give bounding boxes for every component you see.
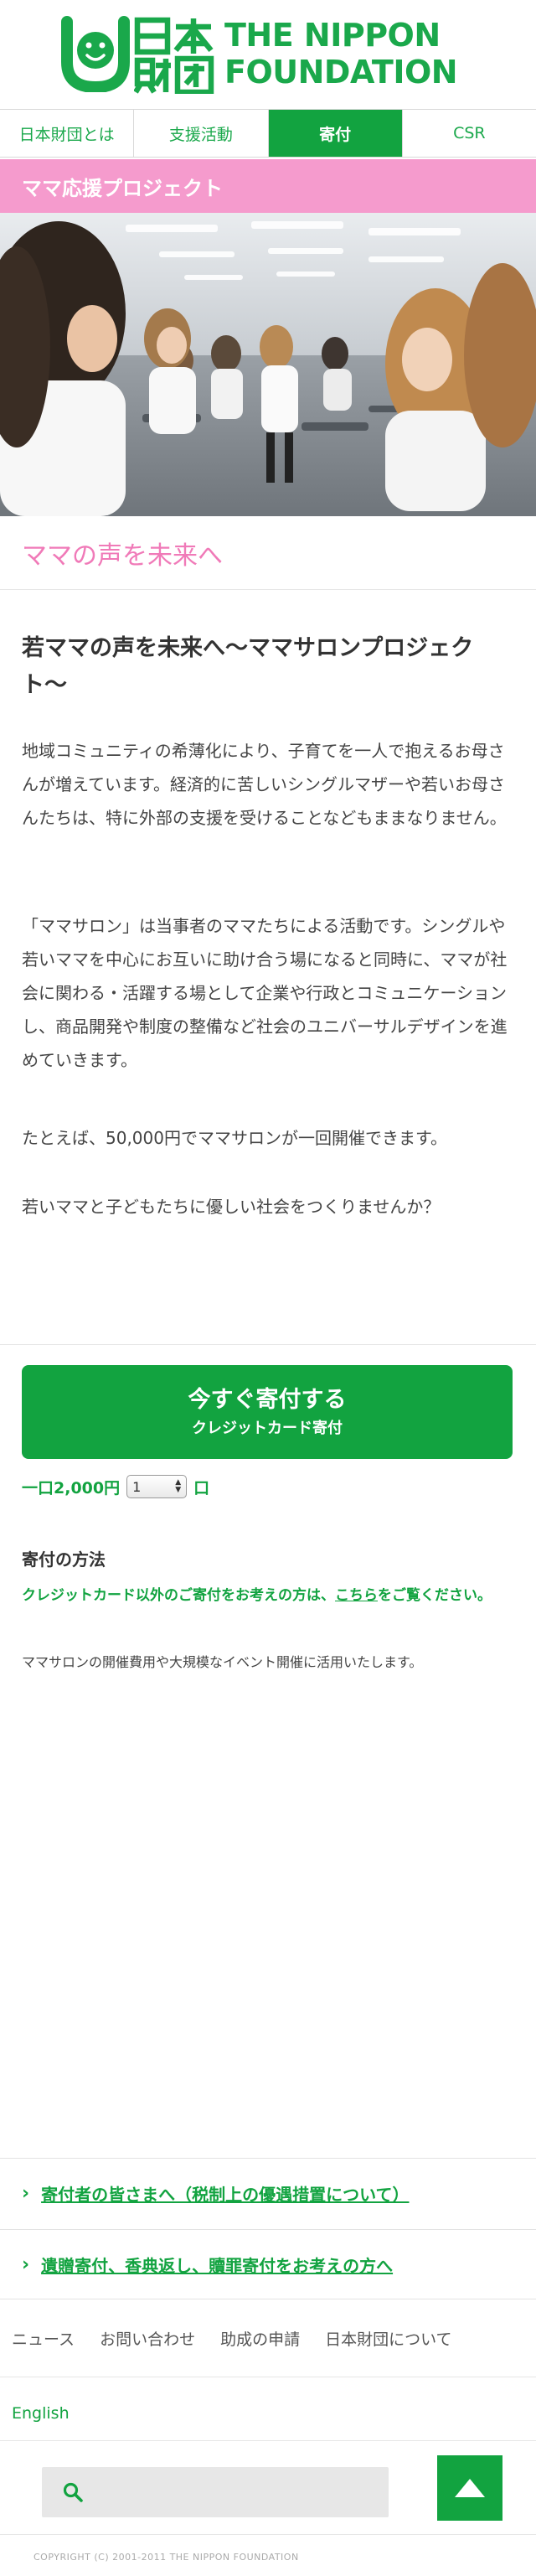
nav-item-donate[interactable]: 寄付 <box>267 110 402 157</box>
quantity-select[interactable]: 1 ▲ ▼ <box>126 1475 188 1498</box>
search-input[interactable] <box>42 2467 389 2517</box>
article-paragraph: 地域コミュニティの希薄化により、子育てを一人で抱えるお母さんが増えています。経済… <box>22 741 507 828</box>
section-title-bar: ママ応援プロジェクト <box>0 159 536 213</box>
divider <box>0 1344 536 1345</box>
search-icon <box>63 2482 83 2502</box>
method-note-link[interactable]: こちら <box>335 1587 378 1604</box>
donation-method-description: ママサロンの開催費用や大規模なイベント開催に活用いたします。 <box>22 1654 423 1670</box>
nav-item-about[interactable]: 日本財団とは <box>0 110 134 157</box>
smiling-face-logo-icon <box>61 16 130 92</box>
donation-method-note: クレジットカード以外のご寄付をお考えの方は、こちらをご覧ください。 <box>22 1583 516 1608</box>
unit-price-label: 一口2,000円 <box>22 1478 121 1497</box>
nippon-zaidan-kanji-icon <box>134 17 214 94</box>
quantity-value: 1 <box>132 1478 142 1495</box>
divider <box>0 2440 536 2441</box>
site-header: THE NIPPON FOUNDATION <box>0 0 536 109</box>
chevron-right-icon: › <box>22 2183 30 2204</box>
article-heading: 若ママの声を未来へ〜ママサロンプロジェクト〜 <box>22 635 474 698</box>
logo-wordmark-line2: FOUNDATION <box>224 54 458 91</box>
method-note-after: をご覧ください。 <box>378 1587 492 1604</box>
arrow-up-icon <box>455 2479 485 2497</box>
footer-link-contact[interactable]: お問い合わせ <box>100 2327 195 2350</box>
footer-nav: ニュース お問い合わせ 助成の申請 日本財団について <box>12 2327 452 2350</box>
link-tax-benefits[interactable]: › 寄付者の皆さまへ（税制上の優遇措置について） <box>0 2158 536 2228</box>
footer-link-news[interactable]: ニュース <box>12 2327 75 2350</box>
back-to-top-button[interactable] <box>437 2455 502 2521</box>
copyright: COPYRIGHT (C) 2001-2011 THE NIPPON FOUND… <box>34 2552 299 2563</box>
link-tax-benefits-label: 寄付者の皆さまへ（税制上の優遇措置について） <box>41 2185 410 2205</box>
donate-button-label: 今すぐ寄付する <box>188 1387 347 1413</box>
hero-photo <box>0 213 536 516</box>
donation-method-title: 寄付の方法 <box>22 1549 106 1570</box>
english-link[interactable]: English <box>12 2404 70 2423</box>
method-note-before: クレジットカード以外のご寄付をお考えの方は、 <box>22 1587 335 1604</box>
logo-wordmark: THE NIPPON FOUNDATION <box>224 17 458 91</box>
nav-item-support[interactable]: 支援活動 <box>133 110 268 157</box>
link-bequest-donation[interactable]: › 遺贈寄付、香典返し、贖罪寄付をお考えの方へ <box>0 2229 536 2299</box>
section-title: ママ応援プロジェクト <box>22 176 223 200</box>
global-nav: 日本財団とは 支援活動 寄付 CSR <box>0 109 536 158</box>
logo-wordmark-line1: THE NIPPON <box>224 17 441 54</box>
donate-now-button[interactable]: 今すぐ寄付する クレジットカード寄付 <box>22 1365 513 1459</box>
unit-suffix-label: 口 <box>193 1478 210 1497</box>
article-paragraph: たとえば、50,000円でママサロンが一回開催できます。 <box>22 1128 447 1148</box>
article-paragraph: 「ママサロン」は当事者のママたちによる活動です。シングルや若いママを中心にお互い… <box>22 916 508 1070</box>
page-subtitle: ママの声を未来へ <box>0 516 536 590</box>
select-arrows-icon: ▲ ▼ <box>175 1478 182 1494</box>
link-bequest-donation-label: 遺贈寄付、香典返し、贖罪寄付をお考えの方へ <box>41 2255 394 2276</box>
chevron-right-icon: › <box>22 2253 30 2275</box>
footer-link-about[interactable]: 日本財団について <box>325 2327 451 2350</box>
quantity-row: 一口2,000円 1 ▲ ▼ 口 <box>22 1474 209 1499</box>
nav-item-csr[interactable]: CSR <box>401 110 536 157</box>
donate-button-sublabel: クレジットカード寄付 <box>192 1420 343 1437</box>
nippon-foundation-logo[interactable]: THE NIPPON FOUNDATION <box>60 15 479 96</box>
footer-link-grant-application[interactable]: 助成の申請 <box>220 2327 300 2350</box>
article-paragraph: 若いママと子どもたちに優しい社会をつくりませんか？ <box>22 1197 441 1217</box>
divider <box>0 2534 536 2535</box>
page-subtitle-text: ママの声を未来へ <box>22 541 223 571</box>
